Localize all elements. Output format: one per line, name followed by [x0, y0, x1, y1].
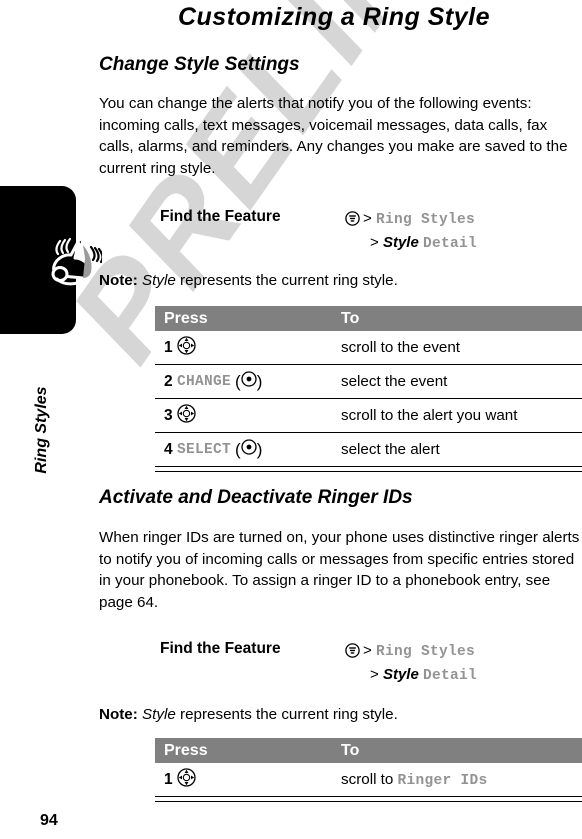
note-italic-2: Style — [142, 706, 176, 723]
path-value-ring-styles-1: Ring Styles — [375, 212, 475, 228]
step-press-keys: CHANGE ( ) — [177, 371, 341, 392]
step-press-keys — [177, 403, 341, 428]
path-separator-1: > — [363, 642, 372, 659]
paren-close: ) — [256, 371, 263, 391]
step-description-menu-item: Ringer IDs — [397, 772, 488, 789]
step-number: 4 — [164, 440, 173, 458]
table-header-row-2: Press To — [155, 738, 582, 763]
note-prefix-2: Note: — [99, 706, 138, 723]
ringing-bell-icon — [38, 228, 104, 292]
soft-key-label: CHANGE — [177, 373, 232, 390]
steps-table-2: Press To 1 scroll to Ringer IDs — [155, 738, 582, 802]
find-the-feature-path-2: > Ring Styles > Style Detail — [345, 640, 582, 687]
step-number: 3 — [164, 406, 173, 424]
path-value-detail-1: Detail — [422, 236, 477, 252]
table-row: 1 scroll to Ringer IDs — [155, 763, 582, 797]
step-description: scroll to the event — [341, 339, 461, 356]
find-the-feature-block-1: Find the Feature > Ring Styles > Style D… — [160, 208, 582, 254]
note-1: Note: Style represents the current ring … — [99, 272, 398, 289]
soft-key-label: SELECT — [177, 441, 232, 458]
path-separator-2: > — [370, 234, 379, 251]
table-row: 3 scroll to the alert you want — [155, 399, 582, 433]
chapter-tab-label-text: Ring Styles — [33, 386, 50, 474]
find-the-feature-label-2: Find the Feature — [160, 640, 281, 657]
table-column-header-press-2: Press — [164, 741, 208, 759]
step-press-keys — [177, 767, 341, 792]
path-value-style-2: Style — [382, 666, 419, 683]
step-number: 1 — [164, 338, 173, 356]
page-title: Customizing a Ring Style — [177, 3, 491, 31]
note-2: Note: Style represents the current ring … — [99, 706, 398, 723]
step-description-plain: scroll to — [341, 770, 398, 788]
note-prefix-1: Note: — [99, 272, 138, 289]
find-the-feature-line-2: > Style Detail — [345, 664, 582, 687]
menu-key-icon — [345, 643, 360, 664]
find-the-feature-line-1: > Ring Styles — [345, 208, 582, 232]
section-body-change-style-settings: You can change the alerts that notify yo… — [99, 95, 568, 177]
find-the-feature-path-1: > Ring Styles > Style Detail — [345, 208, 582, 255]
find-the-feature-label-1: Find the Feature — [160, 208, 281, 225]
table-column-header-to-2: To — [341, 741, 360, 759]
navigation-key-icon — [177, 403, 196, 428]
path-value-ring-styles-2: Ring Styles — [375, 644, 475, 660]
section-body-activate-deactivate-ringer-ids: When ringer IDs are turned on, your phon… — [99, 529, 580, 611]
step-description: scroll to Ringer IDs — [341, 771, 582, 789]
note-text-2: represents the current ring style. — [175, 706, 398, 723]
table-bottom-rule-1 — [155, 467, 582, 472]
section-heading-activate-deactivate-ringer-ids: Activate and Deactivate Ringer IDs — [99, 487, 413, 508]
step-number: 1 — [164, 770, 173, 788]
note-text-1: represents the current ring style. — [175, 272, 398, 289]
chapter-tab-label: Ring Styles — [22, 370, 62, 490]
step-number: 2 — [164, 372, 173, 390]
section-heading-change-style-settings: Change Style Settings — [99, 54, 300, 75]
select-key-icon — [241, 371, 257, 392]
path-separator-2: > — [370, 666, 379, 683]
step-press-keys: SELECT ( ) — [177, 439, 341, 460]
select-key-icon — [241, 439, 257, 460]
steps-table-1: Press To 1 scroll to the event 2 CHANGE … — [155, 306, 582, 472]
table-row: 2 CHANGE ( ) select the event — [155, 365, 582, 399]
find-the-feature-line-1: > Ring Styles — [345, 640, 582, 664]
path-value-style-1: Style — [382, 234, 419, 251]
table-header-row-1: Press To — [155, 306, 582, 331]
table-row: 1 scroll to the event — [155, 331, 582, 365]
step-description: select the event — [341, 373, 448, 390]
path-separator-1: > — [363, 210, 372, 227]
find-the-feature-line-2: > Style Detail — [345, 232, 582, 255]
paren-close: ) — [256, 439, 263, 459]
page-number: 94 — [40, 812, 58, 829]
step-description: select the alert — [341, 441, 440, 458]
table-column-header-press-1: Press — [164, 309, 208, 327]
step-press-keys — [177, 335, 341, 360]
navigation-key-icon — [177, 335, 196, 360]
menu-key-icon — [345, 211, 360, 232]
note-italic-1: Style — [142, 272, 176, 289]
find-the-feature-block-2: Find the Feature > Ring Styles > Style D… — [160, 640, 582, 686]
navigation-key-icon — [177, 767, 196, 792]
path-value-detail-2: Detail — [422, 668, 477, 684]
table-bottom-rule-2 — [155, 797, 582, 802]
table-column-header-to-1: To — [341, 309, 360, 327]
table-row: 4 SELECT ( ) select the alert — [155, 433, 582, 467]
step-description: scroll to the alert you want — [341, 407, 518, 424]
